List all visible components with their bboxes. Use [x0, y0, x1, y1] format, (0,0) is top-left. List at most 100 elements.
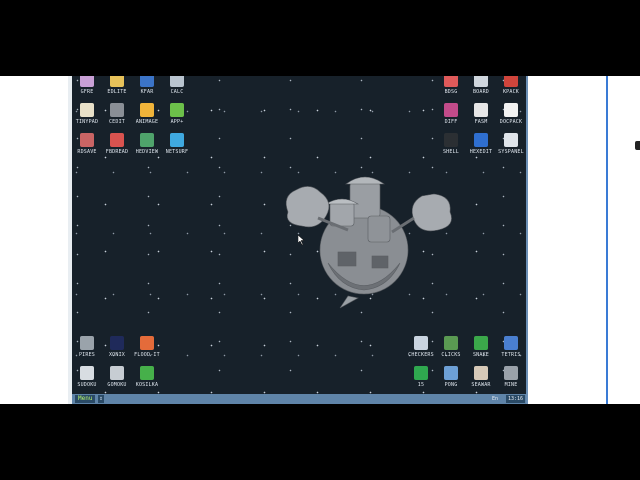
desktop-icon-tetris[interactable]: TETRIS	[496, 333, 526, 363]
desktop-icon-edlite[interactable]: EDLITE	[102, 76, 132, 100]
desktop-icon-label: GFRE	[80, 89, 94, 95]
desktop-icon-label: XONIX	[108, 352, 126, 358]
clicks-icon	[444, 336, 458, 350]
kosilka-icon	[140, 366, 154, 380]
desktop-icon-rdsave[interactable]: RDSAVE	[72, 130, 102, 160]
desktop-icon-label: SUDOKU	[77, 382, 97, 388]
desktop-icon-tinypad[interactable]: TINYPAD	[72, 100, 102, 130]
desktop-icon-calc[interactable]: CALC	[162, 76, 192, 100]
animage-icon	[140, 103, 154, 117]
desktop-icon-mine[interactable]: MINE	[496, 363, 526, 393]
desktop-icon-fbdread[interactable]: FBDREAD	[102, 130, 132, 160]
desktop-icon-label: MINE	[504, 382, 518, 388]
kfar-icon	[140, 76, 154, 87]
rdsave-icon	[80, 133, 94, 147]
desktop-icon-clicks[interactable]: CLICKS	[436, 333, 466, 363]
pires-icon	[80, 336, 94, 350]
desktop-icon-kpack[interactable]: KPACK	[496, 76, 526, 100]
app-plus-icon	[170, 103, 184, 117]
desktop-icon-netsurf[interactable]: NETSURF	[162, 130, 192, 160]
kolibri-desktop: GFRE EDLITE KFAR CALC TINYPAD CEDIT ANIMAGE APP…	[72, 76, 526, 394]
menu-button[interactable]: Menu	[75, 395, 96, 403]
mouse-pointer	[298, 235, 305, 245]
desktop-icon-label: SYSPANEL	[498, 149, 524, 155]
desktop-icon-label: DOCPACK	[499, 119, 523, 125]
desktop-icon-label: TINYPAD	[75, 119, 99, 125]
checkers-icon	[414, 336, 428, 350]
desktop-icon-label: KPACK	[502, 89, 520, 95]
desktop-icon-docpack[interactable]: DOCPACK	[496, 100, 526, 130]
flood-it-icon	[140, 336, 154, 350]
desktop-border-right	[526, 76, 528, 404]
desktop-icon-label: SEAWAR	[471, 382, 491, 388]
desktop-icon-gfre[interactable]: GFRE	[72, 76, 102, 100]
desktop-icon-animage[interactable]: ANIMAGE	[132, 100, 162, 130]
desktop-icon-pong[interactable]: PONG	[436, 363, 466, 393]
desktop-icon-label: CALC	[170, 89, 184, 95]
desktop-icon-label: EDLITE	[107, 89, 127, 95]
desktop-icon-gomoku[interactable]: GOMOKU	[102, 363, 132, 393]
desktop-icon-shell[interactable]: SHELL	[436, 130, 466, 160]
desktop-icon-checkers[interactable]: CHECKERS	[406, 333, 436, 363]
desktop-icon-bdsg[interactable]: BDSG	[436, 76, 466, 100]
fbdread-icon	[110, 133, 124, 147]
desktop-icon-hexedit[interactable]: HEXEDIT	[466, 130, 496, 160]
fifteen-icon	[414, 366, 428, 380]
tetris-icon	[504, 336, 518, 350]
desktop-icon-fifteen[interactable]: 15	[406, 363, 436, 393]
desktop-icon-syspanel[interactable]: SYSPANEL	[496, 130, 526, 160]
desktop-icon-label: HEXEDIT	[469, 149, 493, 155]
taskbar-clock[interactable]: 13:16	[506, 395, 526, 403]
host-right-panel	[528, 76, 640, 404]
desktop-icon-kosilka[interactable]: KOSILKA	[132, 363, 162, 393]
gfre-icon	[80, 76, 94, 87]
desktop-icon-diff[interactable]: DIFF	[436, 100, 466, 130]
desktop-icon-label: FBDREAD	[105, 149, 129, 155]
desktop-icon-label: BDSG	[444, 89, 458, 95]
desktop-icon-label: FASM	[474, 119, 488, 125]
diff-icon	[444, 103, 458, 117]
desktop-icon-label: PIRES	[78, 352, 96, 358]
desktop-icon-pires[interactable]: PIRES	[72, 333, 102, 363]
hedview-icon	[140, 133, 154, 147]
seawar-icon	[474, 366, 488, 380]
desktop-icon-board[interactable]: BOARD	[466, 76, 496, 100]
tinypad-icon	[80, 103, 94, 117]
desktop-icon-snake[interactable]: SNAKE	[466, 333, 496, 363]
desktop-icon-label: KOSILKA	[135, 382, 159, 388]
desktop-icon-label: KFAR	[140, 89, 154, 95]
desktop-icon-xonix[interactable]: XONIX	[102, 333, 132, 363]
shell-icon	[444, 133, 458, 147]
keyboard-layout-indicator[interactable]: En	[492, 395, 498, 403]
desktop-icon-label: ANIMAGE	[135, 119, 159, 125]
desktop-icon-seawar[interactable]: SEAWAR	[466, 363, 496, 393]
desktop-icon-fasm[interactable]: FASM	[466, 100, 496, 130]
desktop-icon-label: BOARD	[472, 89, 490, 95]
host-scroll-handle[interactable]	[635, 141, 640, 150]
desktop-icon-kfar[interactable]: KFAR	[132, 76, 162, 100]
sudoku-icon	[80, 366, 94, 380]
desktop-icon-cedit[interactable]: CEDIT	[102, 100, 132, 130]
syspanel-icon	[504, 133, 518, 147]
desktop-icon-label: 15	[417, 382, 425, 388]
switch-windows-icon[interactable]: ⇕	[98, 395, 104, 403]
edlite-icon	[110, 76, 124, 87]
desktop-icon-app-plus[interactable]: APP+	[162, 100, 192, 130]
desktop-icon-label: DIFF	[444, 119, 458, 125]
fasm-icon	[474, 103, 488, 117]
letterbox-top	[0, 0, 640, 76]
desktop-icon-label: CHECKERS	[408, 352, 434, 358]
desktop-icon-label: TETRIS	[501, 352, 521, 358]
calc-icon	[170, 76, 184, 87]
desktop-icon-label: SNAKE	[472, 352, 490, 358]
desktop-icon-sudoku[interactable]: SUDOKU	[72, 363, 102, 393]
desktop-icon-hedview[interactable]: HEDVIEW	[132, 130, 162, 160]
letterbox-bottom	[0, 404, 640, 480]
desktop-icon-flood-it[interactable]: FLOOD-IT	[132, 333, 162, 363]
docpack-icon	[504, 103, 518, 117]
desktop-icon-label: FLOOD-IT	[134, 352, 160, 358]
desktop-icon-label: GOMOKU	[107, 382, 127, 388]
board-icon	[474, 76, 488, 87]
snake-icon	[474, 336, 488, 350]
pong-icon	[444, 366, 458, 380]
